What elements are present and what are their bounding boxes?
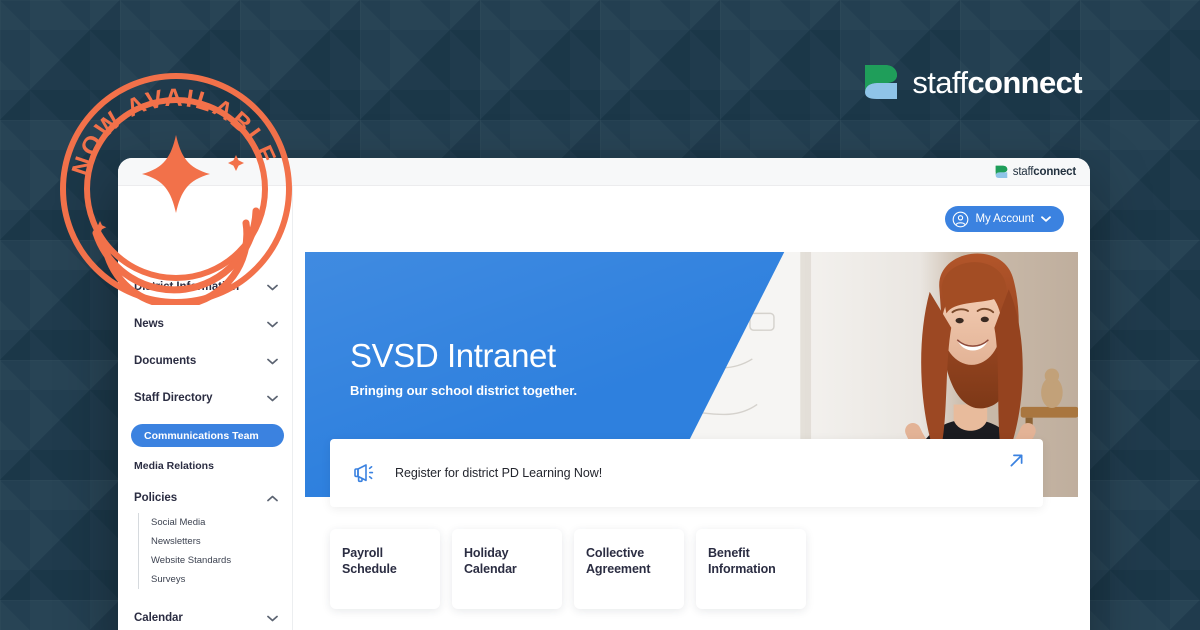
announcement-message: Register for district PD Learning Now! xyxy=(395,466,603,480)
brand-wordmark: staffconnect xyxy=(912,67,1082,98)
announcement-card[interactable]: Register for district PD Learning Now! xyxy=(330,439,1043,507)
quick-link-line2: Schedule xyxy=(342,562,397,576)
screenshot-root: staffconnect staffconnect District Infor… xyxy=(0,0,1200,630)
sidebar-item-calendar[interactable]: Calendar xyxy=(118,607,292,629)
my-account-button[interactable]: My Account xyxy=(944,206,1064,232)
chevron-down-icon xyxy=(1041,216,1051,222)
app-topbar-wordmark: staffconnect xyxy=(1013,166,1076,178)
sidebar-item-label: Policies xyxy=(134,492,178,504)
quick-link-title: Payroll Schedule xyxy=(342,545,428,577)
app-topbar: staffconnect xyxy=(118,158,1090,186)
quick-link-line1: Payroll xyxy=(342,546,383,560)
quick-link-line1: Collective xyxy=(586,546,645,560)
hero-subtitle: Bringing our school district together. xyxy=(350,383,578,399)
account-bar: My Account xyxy=(293,186,1090,252)
chevron-down-icon xyxy=(267,321,278,327)
main-content: My Account SVSD Intranet Bringing our sc… xyxy=(293,186,1090,630)
sidebar-item-label: Staff Directory xyxy=(134,392,213,404)
hero-text-block: SVSD Intranet Bringing our school distri… xyxy=(350,337,578,399)
megaphone-icon xyxy=(354,464,374,483)
sidebar-subitem-social-media[interactable]: Social Media xyxy=(151,513,292,532)
quick-link-card-holiday-calendar[interactable]: Holiday Calendar xyxy=(452,529,562,609)
sidebar-item-policies[interactable]: Policies xyxy=(118,487,292,509)
sidebar-item-district-information[interactable]: District Information xyxy=(118,276,292,298)
quick-link-line1: Benefit xyxy=(708,546,750,560)
my-account-label: My Account xyxy=(975,213,1035,225)
hero-title: SVSD Intranet xyxy=(350,337,556,374)
quick-link-title: Holiday Calendar xyxy=(464,545,550,577)
chevron-down-icon xyxy=(267,284,278,290)
chevron-up-icon xyxy=(267,495,278,501)
sidebar-item-label: District Information xyxy=(134,281,240,293)
sidebar-subnav-policies: Social Media Newsletters Website Standar… xyxy=(138,513,292,589)
quick-links-row: Payroll Schedule Holiday Calendar Collecti… xyxy=(330,529,1090,609)
chevron-down-icon xyxy=(267,395,278,401)
quick-link-card-payroll-schedule[interactable]: Payroll Schedule xyxy=(330,529,440,609)
sidebar-item-media-relations[interactable]: Media Relations xyxy=(118,457,292,475)
sidebar-scroll: District Information News Documents Staf… xyxy=(118,186,292,630)
sidebar-item-documents[interactable]: Documents xyxy=(118,350,292,372)
staffconnect-s-mark-small-icon xyxy=(995,165,1008,178)
quick-link-line2: Agreement xyxy=(586,562,651,576)
quick-link-card-benefit-information[interactable]: Benefit Information xyxy=(696,529,806,609)
brand-word-light: staff xyxy=(912,64,968,100)
sidebar-navigation: District Information News Documents Staf… xyxy=(118,186,293,630)
sidebar-item-news[interactable]: News xyxy=(118,313,292,335)
quick-link-line2: Information xyxy=(708,562,776,576)
quick-link-line1: Holiday xyxy=(464,546,509,560)
staffconnect-logo: staffconnect xyxy=(863,63,1083,101)
quick-link-card-collective-agreement[interactable]: Collective Agreement xyxy=(574,529,684,609)
brand-word-bold: connect xyxy=(967,64,1082,100)
quick-link-line2: Calendar xyxy=(464,562,517,576)
app-topbar-logo[interactable]: staffconnect xyxy=(995,165,1076,178)
sidebar-item-communications-team[interactable]: Communications Team xyxy=(131,424,284,447)
staffconnect-s-mark-icon xyxy=(863,63,899,101)
quick-link-title: Benefit Information xyxy=(708,545,794,577)
sidebar-item-label: Communications Team xyxy=(144,429,259,442)
sidebar-item-staff-directory[interactable]: Staff Directory xyxy=(118,387,292,409)
app-brand-bold: connect xyxy=(1033,165,1076,178)
sidebar-item-label: Calendar xyxy=(134,612,183,624)
quick-link-title: Collective Agreement xyxy=(586,545,672,577)
sidebar-subitem-newsletters[interactable]: Newsletters xyxy=(151,532,292,551)
sidebar-subitem-website-standards[interactable]: Website Standards xyxy=(151,551,292,570)
sidebar-item-label: Documents xyxy=(134,355,197,367)
sidebar-item-label: News xyxy=(134,318,164,330)
user-circle-icon xyxy=(952,211,968,227)
app-brand-light: staff xyxy=(1012,165,1034,178)
app-window: staffconnect District Information News D… xyxy=(118,158,1090,630)
sidebar-subitem-surveys[interactable]: Surveys xyxy=(151,570,292,589)
sidebar-item-label: Media Relations xyxy=(134,460,214,472)
chevron-down-icon xyxy=(267,358,278,364)
chevron-down-icon xyxy=(267,615,278,621)
arrow-up-right-icon[interactable] xyxy=(1007,451,1026,470)
